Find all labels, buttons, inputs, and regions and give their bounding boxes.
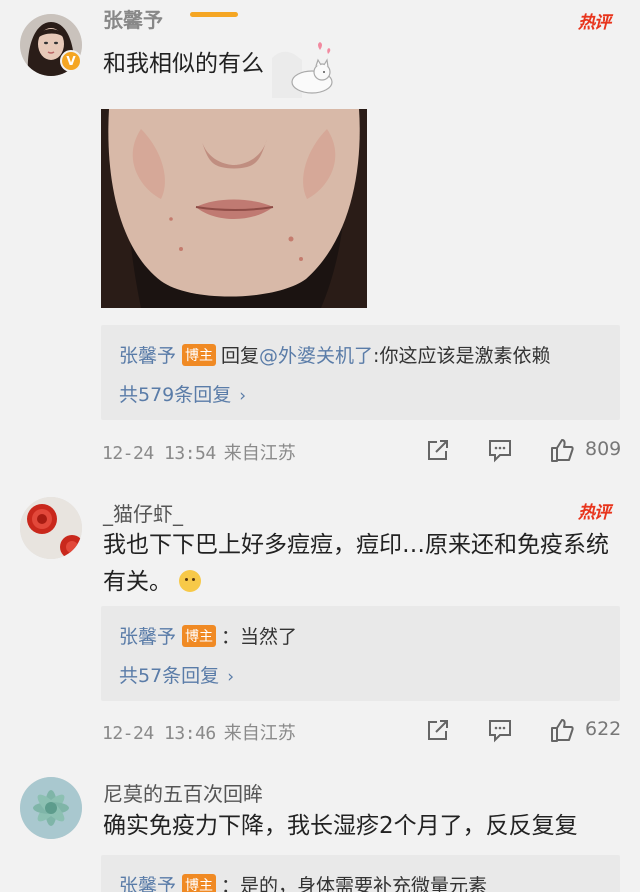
comment-text: 确实免疫力下降，我长湿疹2个月了，反反复复 <box>103 813 578 839</box>
thumbs-up-icon[interactable] <box>549 717 575 743</box>
share-icon[interactable] <box>425 717 451 743</box>
chevron-right-icon: › <box>239 386 247 406</box>
comment-text-line: 有关。 <box>103 566 610 599</box>
reply-content: ：当然了 <box>221 626 298 648</box>
reply-author[interactable]: 张馨予 <box>119 875 176 892</box>
avatar-image <box>20 777 82 839</box>
hot-comment-badge: 热评 <box>578 503 611 523</box>
comment-photo[interactable] <box>101 109 367 308</box>
comment-username[interactable]: _猫仔虾_ <box>103 498 183 527</box>
cat-sticker-icon <box>272 40 336 98</box>
thumbs-up-icon[interactable] <box>549 437 575 463</box>
blogger-badge: 博主 <box>182 344 217 366</box>
reply-line: 张馨予 博主 回复@外婆关机了:你这应该是激素依赖 <box>119 341 550 368</box>
reply-line: 张馨予 博主 ：当然了 <box>119 622 297 649</box>
comment-icon[interactable] <box>487 437 513 463</box>
verified-badge-icon: V <box>60 50 82 72</box>
comment-actions: 622 <box>0 717 640 747</box>
reply-line: 张馨予 博主 ：是的，身体需要补充微量元素 <box>119 871 487 892</box>
reply-preview-box[interactable]: 张馨予 博主 ：当然了 共57条回复 › <box>101 606 620 701</box>
blogger-badge: 博主 <box>182 625 217 647</box>
blogger-badge: 博主 <box>182 874 217 892</box>
more-replies-label: 共579条回复 <box>119 384 232 406</box>
like-count: 809 <box>585 438 622 460</box>
comment-icon[interactable] <box>487 717 513 743</box>
comment-text-tail: 有关。 <box>103 569 172 595</box>
hot-comment-badge: 热评 <box>578 13 611 33</box>
speechless-emoji-icon <box>179 570 202 592</box>
header-accent-bar <box>190 12 238 17</box>
reply-author[interactable]: 张馨予 <box>119 345 176 367</box>
reply-content: :你这应该是激素依赖 <box>373 345 551 367</box>
reply-author[interactable]: 张馨予 <box>119 626 176 648</box>
avatar[interactable] <box>20 777 82 839</box>
chevron-right-icon: › <box>227 667 234 687</box>
comment-username[interactable]: 张馨予 <box>103 4 163 33</box>
share-icon[interactable] <box>425 437 451 463</box>
comment-feed: V 张馨予 热评 和我相似的有么 张馨予 博主 回复@外婆关机了:你这应该是激素… <box>0 0 640 892</box>
avatar-image <box>20 497 82 559</box>
more-replies-link[interactable]: 共579条回复 › <box>119 380 246 407</box>
like-count: 622 <box>585 718 622 740</box>
reply-content: ：是的，身体需要补充微量元素 <box>221 875 488 892</box>
comment-text: 我也下下巴上好多痘痘，痘印…原来还和免疫系统 有关。 <box>103 529 610 599</box>
mention-link[interactable]: @外婆关机了 <box>259 345 373 367</box>
more-replies-link[interactable]: 共57条回复 › <box>119 661 234 688</box>
comment-text: 和我相似的有么 <box>103 51 264 77</box>
reply-preview-box[interactable]: 张馨予 博主 ：是的，身体需要补充微量元素 <box>101 855 620 892</box>
comment-text-line: 我也下下巴上好多痘痘，痘印…原来还和免疫系统 <box>103 532 609 558</box>
more-replies-label: 共57条回复 <box>119 665 220 687</box>
comment-username[interactable]: 尼莫的五百次回眸 <box>103 778 263 807</box>
reply-preview-box[interactable]: 张馨予 博主 回复@外婆关机了:你这应该是激素依赖 共579条回复 › <box>101 325 620 420</box>
reply-prefix: 回复 <box>221 345 260 367</box>
comment-actions: 809 <box>0 437 640 467</box>
avatar[interactable] <box>20 497 82 559</box>
